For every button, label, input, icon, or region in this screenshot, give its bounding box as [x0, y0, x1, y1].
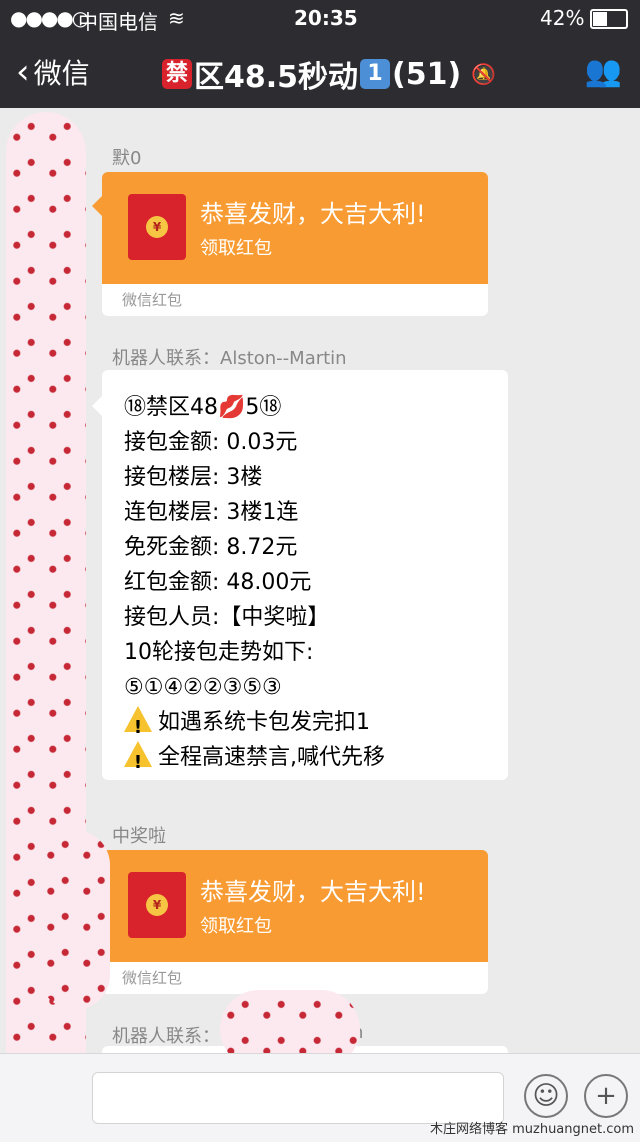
- message-line: 10轮接包走势如下:: [124, 640, 314, 665]
- red-envelope-icon: ¥: [128, 194, 186, 260]
- nav-bar: ‹ 微信 禁 区48.5秒动 1 (51) 🔕 👥: [0, 36, 640, 108]
- back-button[interactable]: ‹ 微信: [16, 52, 90, 92]
- sender-name: 机器人联系：: [112, 1026, 220, 1047]
- message-line: ⑤①④②②③⑤③: [124, 675, 282, 700]
- chat-title-text: 区48.5秒动: [194, 60, 359, 95]
- message-line: 红包金额: 48.00元: [124, 570, 312, 595]
- red-packet-title: 恭喜发财，大吉大利!: [200, 200, 426, 228]
- emoji-button[interactable]: ☺: [524, 1074, 568, 1118]
- chat-title: 禁 区48.5秒动 1 (51) 🔕: [160, 52, 496, 96]
- carrier-label: 中国电信: [78, 10, 158, 34]
- battery-percent: 42%: [540, 6, 585, 30]
- group-members-button[interactable]: 👥: [585, 54, 622, 89]
- red-packet-subtitle: 领取红包: [200, 238, 272, 259]
- warning-line: 全程高速禁言,喊代先移: [124, 740, 385, 780]
- cherry-sticker-overlay: [40, 830, 110, 1010]
- plus-icon: +: [595, 1081, 617, 1111]
- back-label: 微信: [33, 57, 90, 90]
- red-packet-message[interactable]: ¥ 恭喜发财，大吉大利! 领取红包 微信红包: [92, 850, 488, 994]
- text-message[interactable]: ⑱禁区48💋5⑱ 接包金额: 0.03元 接包楼层: 3楼 连包楼层: 3楼1连…: [92, 370, 508, 780]
- message-line: 连包楼层: 3楼1连: [124, 500, 299, 525]
- member-count: (51): [392, 56, 462, 92]
- warning-line: 如遇系统卡包发完扣1: [124, 705, 385, 745]
- message-line: 接包金额: 0.03元: [124, 430, 298, 455]
- status-bar: ●●●●○ 中国电信 ≋ 20:35 42%: [0, 0, 640, 36]
- battery-icon: [590, 9, 628, 29]
- clock: 20:35: [294, 6, 358, 30]
- red-packet-subtitle: 领取红包: [200, 916, 272, 937]
- message-line: 免死金额: 8.72元: [124, 535, 298, 560]
- warning-icon: [124, 706, 152, 745]
- red-packet-message[interactable]: ¥ 恭喜发财，大吉大利! 领取红包 微信红包: [92, 172, 488, 316]
- keycap-one-emoji-icon: 1: [360, 59, 391, 89]
- sender-name: 中奖啦: [112, 826, 166, 847]
- message-line: 接包人员:【中奖啦】: [124, 605, 330, 630]
- smiley-icon: ☺: [532, 1081, 560, 1111]
- mute-icon: 🔕: [471, 62, 497, 86]
- signal-strength-icon: ●●●●○: [10, 6, 89, 30]
- red-packet-title: 恭喜发财，大吉大利!: [200, 878, 426, 906]
- warning-icon: [124, 741, 152, 780]
- contacts-icon: 👥: [584, 54, 622, 89]
- message-input[interactable]: [92, 1072, 504, 1124]
- wifi-icon: ≋: [168, 6, 185, 30]
- sender-name: 默0: [112, 148, 142, 169]
- watermark-text: 木庄网络博客 muzhuangnet.com: [429, 1122, 634, 1137]
- red-envelope-icon: ¥: [128, 872, 186, 938]
- sender-name: 机器人联系：Alston--Martin: [112, 348, 347, 369]
- message-line: 接包楼层: 3楼: [124, 465, 263, 490]
- red-packet-footer: 微信红包: [102, 284, 488, 316]
- more-button[interactable]: +: [584, 1074, 628, 1118]
- message-line: ⑱禁区48💋5⑱: [124, 395, 282, 420]
- prohibited-emoji-icon: 禁: [162, 59, 192, 89]
- chevron-left-icon: ‹: [16, 52, 30, 92]
